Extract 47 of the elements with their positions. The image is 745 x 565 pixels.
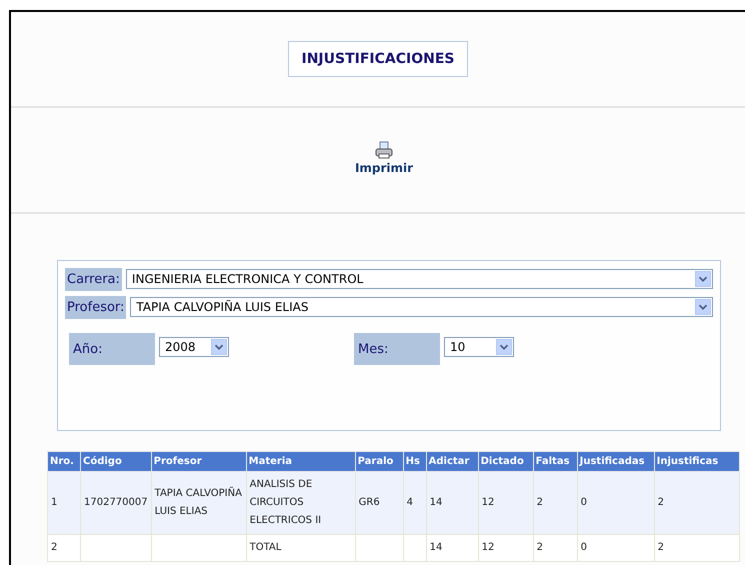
table-cell: 0 xyxy=(577,472,654,534)
table-cell xyxy=(403,534,426,562)
field-label: Carrera: xyxy=(65,268,122,291)
table-cell: 2 xyxy=(654,534,740,562)
field-label: Profesor: xyxy=(65,296,126,319)
table-cell: 1702770007 xyxy=(80,472,152,534)
table-cell: 12 xyxy=(478,472,534,534)
column-header: Justificadas xyxy=(577,452,654,472)
field-label: Año: xyxy=(69,333,155,365)
column-header: Código xyxy=(80,452,152,472)
column-header: Faltas xyxy=(533,452,578,472)
dropdown[interactable]: 10 xyxy=(444,337,514,357)
table-cell: GR6 xyxy=(355,472,404,534)
table-cell: 2 xyxy=(48,534,80,562)
print-button[interactable]: Imprimir xyxy=(354,141,414,175)
table-cell: TAPIA CALVOPIÑA LUIS ELIAS xyxy=(151,472,246,534)
column-header: Profesor xyxy=(151,452,246,472)
printer-icon xyxy=(375,141,393,159)
chevron-down-icon xyxy=(695,299,711,315)
table-cell: 14 xyxy=(426,534,478,562)
column-header: Hs xyxy=(403,452,426,472)
column-header: Materia xyxy=(246,452,356,472)
dropdown[interactable]: INGENIERIA ELECTRONICA Y CONTROL xyxy=(126,269,713,289)
table-cell: ANALISIS DE CIRCUITOS ELECTRICOS II xyxy=(246,472,356,534)
table-cell xyxy=(355,534,404,562)
table-cell: 2 xyxy=(654,472,740,534)
dropdown[interactable]: TAPIA CALVOPIÑA LUIS ELIAS xyxy=(130,297,713,317)
table-cell: 14 xyxy=(426,472,478,534)
column-header: Injustificas xyxy=(654,452,740,472)
chevron-down-icon xyxy=(695,271,711,287)
table-cell: TOTAL xyxy=(246,534,356,562)
table-cell xyxy=(80,534,152,562)
chevron-down-icon xyxy=(211,339,227,355)
table-cell: 12 xyxy=(478,534,534,562)
field-label: Mes: xyxy=(354,333,440,365)
column-header: Adictar xyxy=(426,452,478,472)
dropdown[interactable]: 2008 xyxy=(159,337,229,357)
column-header: Dictado xyxy=(478,452,534,472)
chevron-down-icon xyxy=(496,339,512,355)
table-cell: 2 xyxy=(533,472,578,534)
table-cell: 4 xyxy=(403,472,426,534)
table-cell: 2 xyxy=(533,534,578,562)
table-cell: 0 xyxy=(577,534,654,562)
page-title: INJUSTIFICACIONES xyxy=(288,41,468,77)
column-header: Nro. xyxy=(48,452,80,472)
table-cell: 1 xyxy=(48,472,80,534)
column-header: Paralo xyxy=(355,452,404,472)
